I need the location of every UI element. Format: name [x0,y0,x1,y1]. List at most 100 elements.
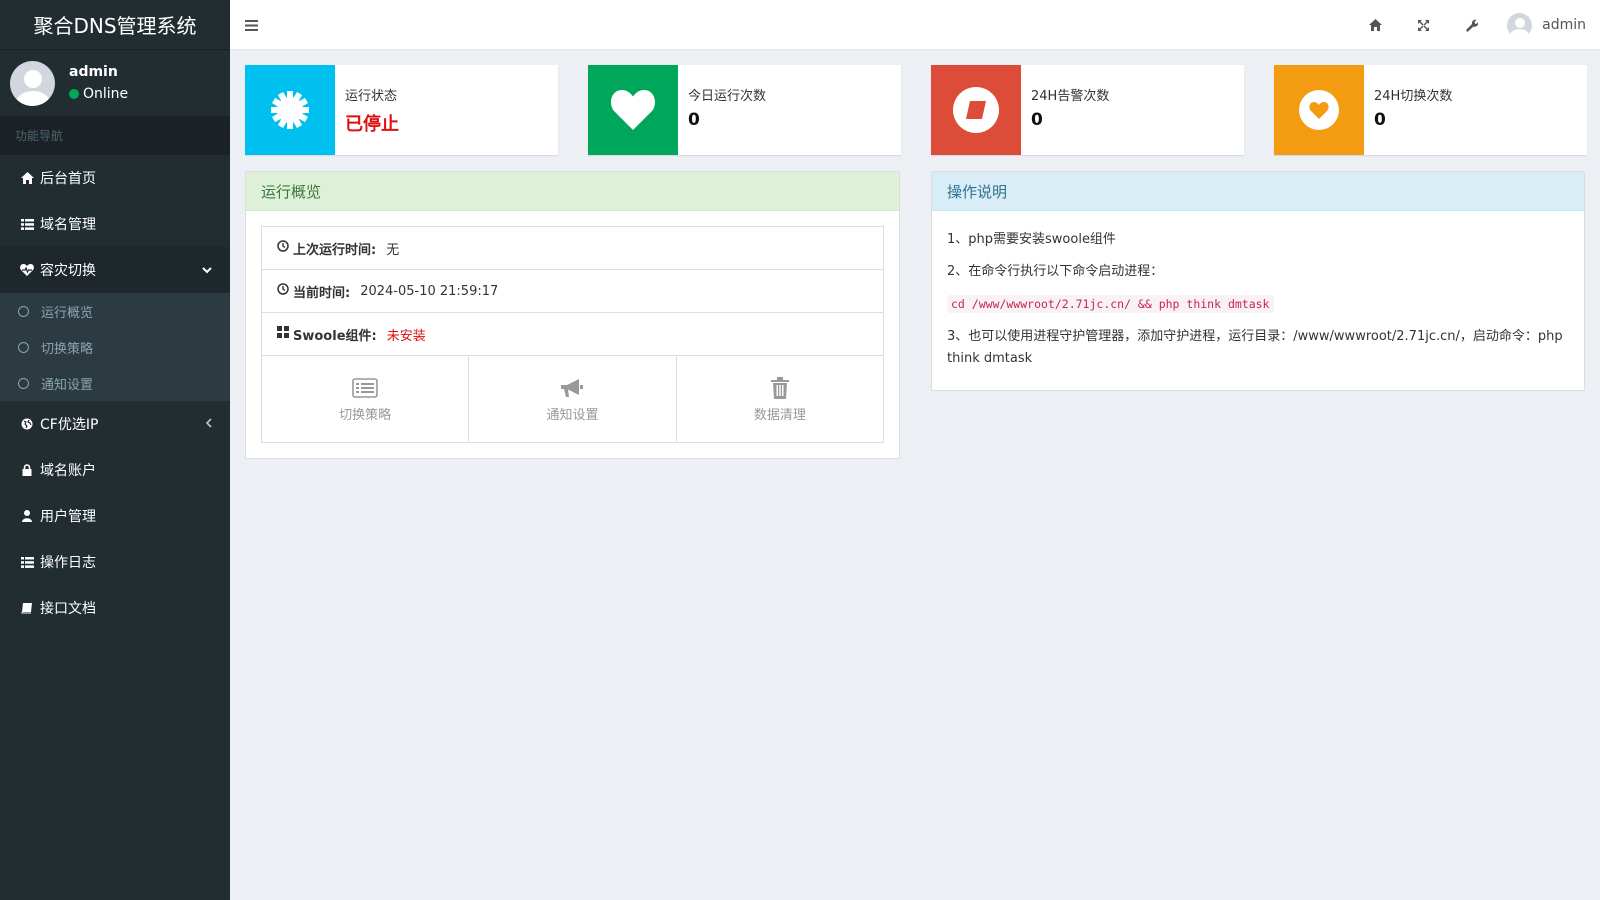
bullhorn-icon [559,376,585,400]
last-run-label: 上次运行时间: [293,242,377,258]
sidebar-item-label: 域名账户 [40,463,96,479]
stat-label: 24H告警次数 [1031,89,1110,104]
sidebar-item-disaster-recovery[interactable]: 容灾切换 [0,247,230,293]
trash-icon [770,376,790,400]
sidebar-subitem-label: 切换策略 [41,341,94,357]
user-icon [18,510,36,522]
circle-icon [18,341,29,353]
button-label: 通知设置 [546,407,599,423]
book-icon [18,602,36,614]
stat-box-today-runs: 今日运行次数 0 [588,65,901,155]
circle-icon [18,377,29,389]
panel-title: 操作说明 [932,172,1584,211]
sidebar-item-label: CF优选IP [40,417,99,433]
swoole-value: 未安装 [386,328,426,344]
current-time-label: 当前时间: [293,285,351,301]
overview-panel: 运行概览 上次运行时间: 无 当前时间: 2024-05-10 21:59:17 [245,171,900,459]
list-icon [18,556,36,568]
avatar [1507,12,1533,38]
sidebar-subitem-overview[interactable]: 运行概览 [0,293,230,329]
sidebar-item-label: 操作日志 [40,555,96,571]
sidebar-item-label: 容灾切换 [40,263,96,279]
sidebar-item-api-docs[interactable]: 接口文档 [0,585,230,631]
avatar [10,60,55,106]
gear-icon [245,65,335,155]
home-icon[interactable] [1351,19,1399,31]
stat-value: 0 [1374,110,1386,130]
last-run-row: 上次运行时间: 无 [262,227,883,270]
user-status-text: Online [83,86,129,102]
sidebar-item-cf-ip[interactable]: CF优选IP [0,401,230,447]
sidebar-item-domains[interactable]: 域名管理 [0,201,230,247]
instructions-panel: 操作说明 1、php需要安装swoole组件 2、在命令行执行以下命令启动进程：… [931,171,1585,391]
sidebar-item-label: 域名管理 [40,217,96,233]
heart-circle-icon [1274,65,1364,155]
user-name: admin [69,64,118,80]
current-time-value: 2024-05-10 21:59:17 [360,283,499,299]
stat-label: 运行状态 [345,89,398,104]
top-header: admin [230,0,1600,50]
button-label: 数据清理 [753,407,806,423]
clock-icon [277,240,289,256]
instruction-line-3: 3、也可以使用进程守护管理器，添加守护进程，运行目录：/www/wwwroot/… [947,329,1563,366]
user-status: Online [69,86,128,102]
circle-icon [18,305,29,317]
data-cleanup-button[interactable]: 数据清理 [677,356,883,442]
instruction-line-1: 1、php需要安装swoole组件 [947,232,1116,247]
stat-value: 0 [688,110,700,130]
panel-title: 运行概览 [246,172,899,211]
eraser-icon [931,65,1021,155]
stat-label: 24H切换次数 [1374,89,1453,104]
sidebar-item-label: 后台首页 [40,171,96,187]
last-run-value: 无 [386,242,400,258]
sidebar-item-home[interactable]: 后台首页 [0,155,230,201]
sidebar-subitem-label: 通知设置 [41,377,94,393]
user-panel: admin Online [0,50,230,116]
globe-icon [18,418,36,430]
sidebar-item-dns-accounts[interactable]: 域名账户 [0,447,230,493]
overview-list: 上次运行时间: 无 当前时间: 2024-05-10 21:59:17 Swoo… [261,226,884,443]
stat-value: 0 [1031,110,1043,130]
app-title[interactable]: 聚合DNS管理系统 [0,0,230,50]
list-alt-icon [352,376,378,400]
stat-box-run-status: 运行状态 已停止 [245,65,558,155]
current-time-row: 当前时间: 2024-05-10 21:59:17 [262,270,883,313]
sidebar-subitem-notification[interactable]: 通知设置 [0,365,230,401]
button-label: 切换策略 [339,407,392,423]
submenu-disaster-recovery: 运行概览 切换策略 通知设置 [0,293,230,401]
chevron-down-icon [202,263,212,277]
instructions-body: 1、php需要安装swoole组件 2、在命令行执行以下命令启动进程： cd /… [932,211,1584,398]
fullscreen-icon[interactable] [1399,19,1447,32]
stat-box-alerts: 24H告警次数 0 [931,65,1244,155]
list-icon [18,218,36,230]
stat-value: 已停止 [345,114,399,135]
sidebar-item-logs[interactable]: 操作日志 [0,539,230,585]
sidebar-subitem-strategy[interactable]: 切换策略 [0,329,230,365]
header-user-name: admin [1542,17,1586,33]
menu-toggle-icon[interactable] [245,15,258,36]
online-dot-icon [69,89,79,99]
header-user-menu[interactable]: admin [1507,12,1586,38]
quick-actions: 切换策略 通知设置 数据清理 [262,356,883,442]
heart-icon [588,65,678,155]
wrench-icon[interactable] [1447,19,1495,32]
lock-icon [18,464,36,476]
sidebar-item-users[interactable]: 用户管理 [0,493,230,539]
swoole-row: Swoole组件: 未安装 [262,313,883,356]
heartbeat-icon [18,264,36,276]
switch-strategy-button[interactable]: 切换策略 [262,356,470,442]
notification-settings-button[interactable]: 通知设置 [469,356,677,442]
home-icon [18,172,36,184]
chevron-left-icon [205,417,212,431]
instruction-line-2: 2、在命令行执行以下命令启动进程： [947,264,1164,279]
command-code: cd /www/wwwroot/2.71jc.cn/ && php think … [947,295,1274,313]
stat-label: 今日运行次数 [688,89,767,104]
sidebar-item-label: 接口文档 [40,601,96,617]
clock-icon [277,283,289,299]
sidebar-item-label: 用户管理 [40,509,96,525]
stat-box-switches: 24H切换次数 0 [1274,65,1587,155]
grid-icon [277,326,289,342]
sidebar-subitem-label: 运行概览 [41,305,94,321]
sidebar: 聚合DNS管理系统 admin Online 功能导航 后台首页 域名管理 容灾… [0,0,230,900]
swoole-label: Swoole组件: [293,328,377,344]
